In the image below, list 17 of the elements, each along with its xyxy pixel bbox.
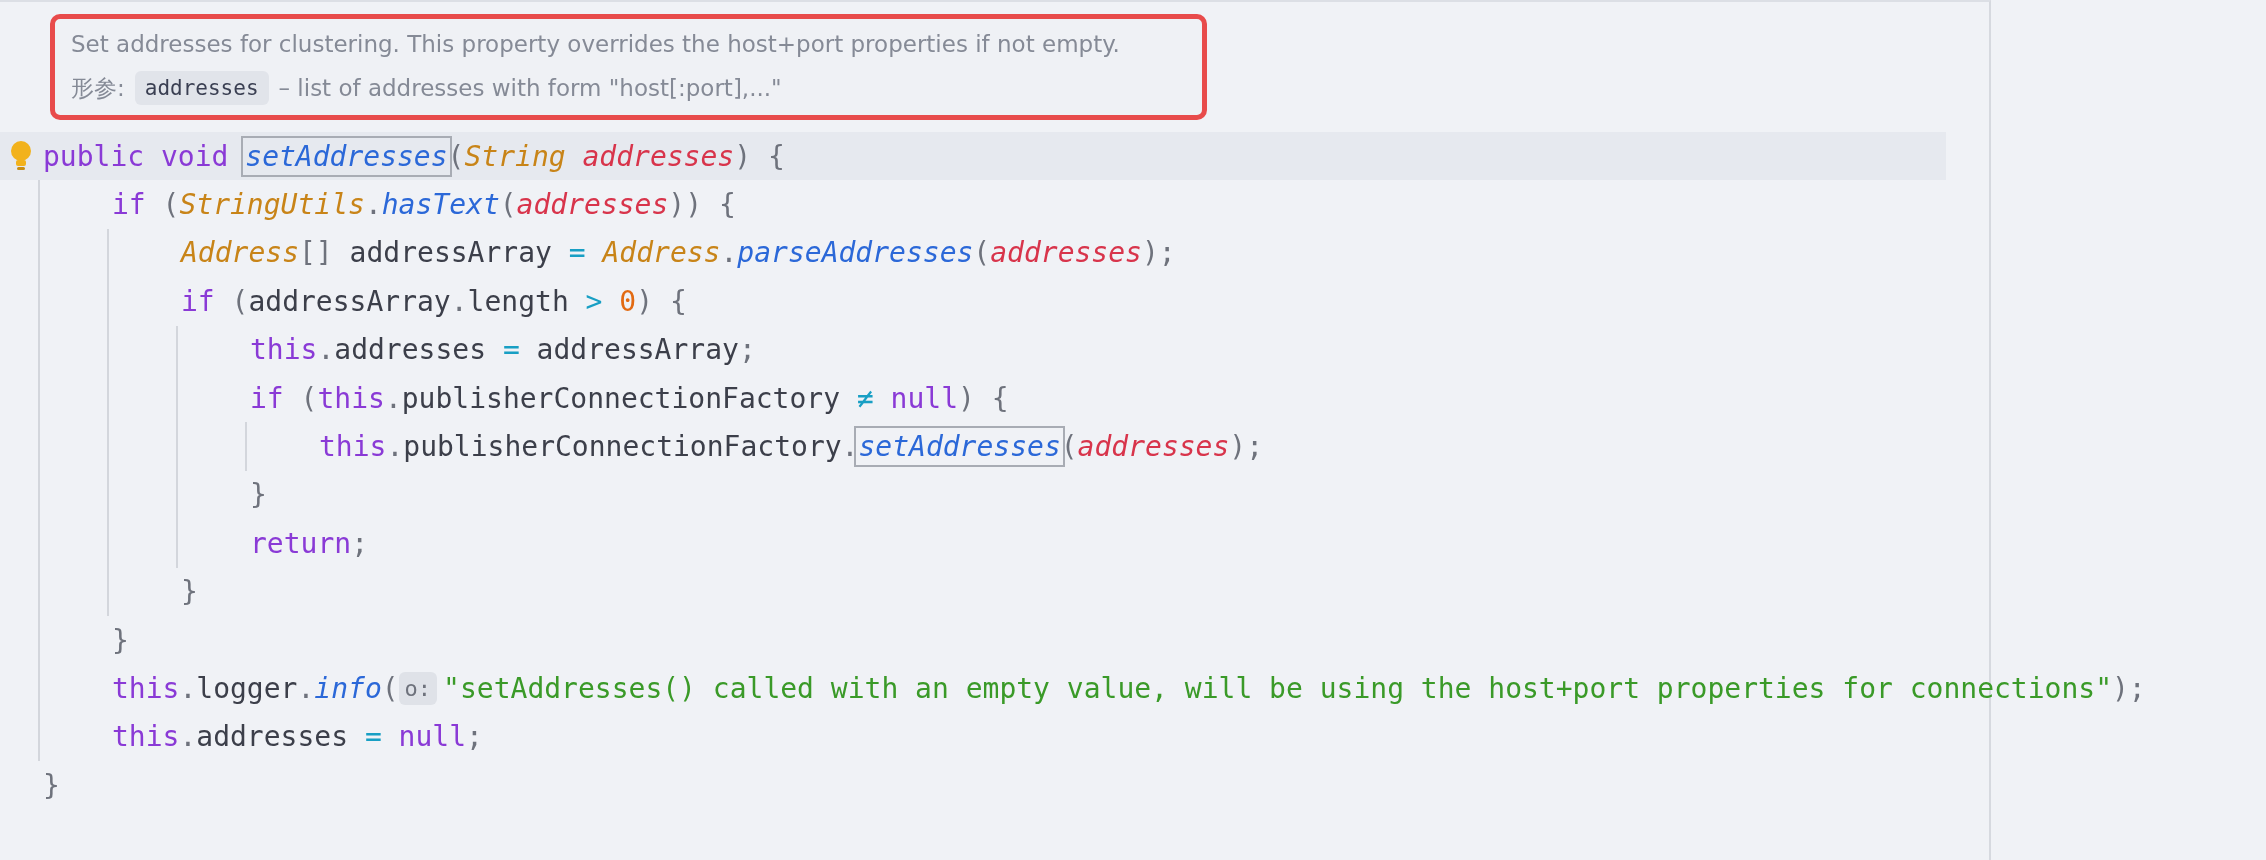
param-label: 形参: <box>71 73 125 103</box>
param-description: – list of addresses with form "host[:port],..." <box>278 75 782 101</box>
code-line: if (this.publisherConnectionFactory ≠ null) { <box>250 380 1010 417</box>
code-line: if (addressArray.length > 0) { <box>181 283 688 320</box>
code-line: } <box>112 622 130 659</box>
code-line: } <box>181 574 199 611</box>
code-line: this.publisherConnectionFactory.setAddresses(addresses); <box>319 422 1989 471</box>
code-line: } <box>43 767 61 804</box>
code-line: Address[] addressArray = Address.parseAddresses(addresses); <box>181 235 1177 272</box>
parameter-name: addresses <box>134 71 269 105</box>
code-line: this.addresses = null; <box>112 719 484 756</box>
code-line: return; <box>250 525 369 562</box>
code-line: if (StringUtils.hasText(addresses)) { <box>112 187 737 224</box>
code-line: } <box>250 477 268 514</box>
doc-description: Set addresses for clustering. This property overrides the host+port properties if not empty. <box>71 31 1121 57</box>
code-line: this.logger.info( o: "setAddresses() called with an empty value, will be using the host+port properties for connections"); <box>112 670 2146 707</box>
code-line: this.addresses = addressArray; <box>250 332 757 369</box>
